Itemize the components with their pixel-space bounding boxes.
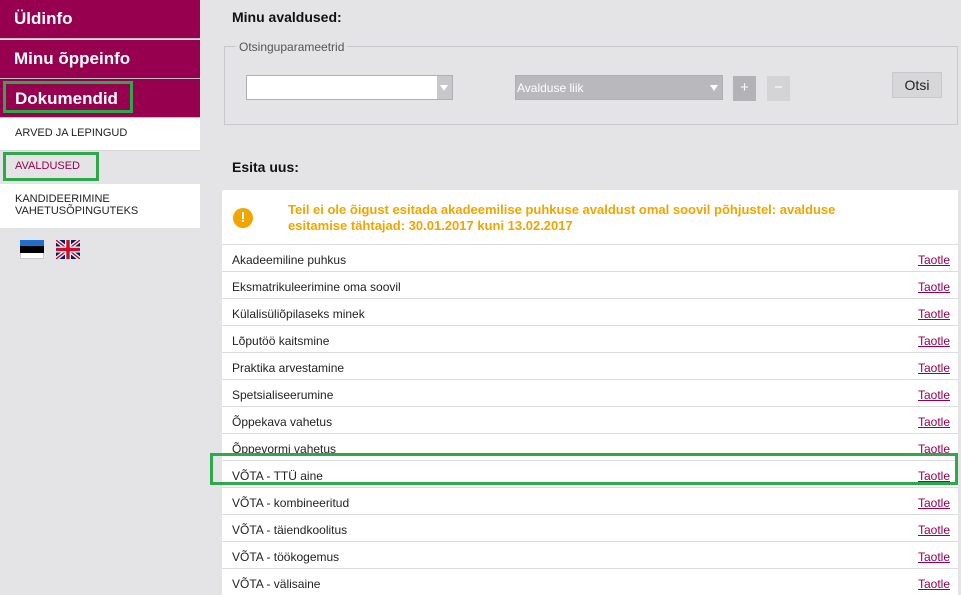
search-select-1[interactable] <box>246 75 453 100</box>
apply-link[interactable]: Taotle <box>918 415 950 429</box>
subnav-label: AVALDUSED <box>15 160 81 172</box>
warning-message: Teil ei ole õigust esitada akadeemilise … <box>288 202 836 233</box>
application-type-label: Akadeemiline puhkus <box>232 253 347 267</box>
remove-filter-button[interactable]: − <box>767 76 790 101</box>
apply-link[interactable]: Taotle <box>918 442 950 456</box>
list-item: Külalisüliõpilaseks minek Taotle <box>222 298 958 325</box>
apply-link[interactable]: Taotle <box>918 253 950 267</box>
chevron-down-icon[interactable] <box>707 76 722 99</box>
applications-panel: ! Teil ei ole õigust esitada akadeemilis… <box>222 190 958 595</box>
application-type-label: VÕTA - välisaine <box>232 577 321 591</box>
apply-link[interactable]: Taotle <box>918 577 950 591</box>
apply-link[interactable]: Taotle <box>918 550 950 564</box>
nav-dokumendid[interactable]: Dokumendid <box>0 79 200 118</box>
application-type-select[interactable]: Avalduse liik <box>515 75 723 100</box>
nav-label: Dokumendid <box>15 89 118 108</box>
apply-link[interactable]: Taotle <box>918 469 950 483</box>
highlight-box: AVALDUSED <box>3 152 99 181</box>
uk-flag-icon[interactable] <box>54 238 82 261</box>
subnav-avaldused[interactable]: AVALDUSED <box>0 151 200 184</box>
application-type-label: VÕTA - kombineeritud <box>232 496 350 510</box>
application-type-label: Külalisüliõpilaseks minek <box>232 307 365 321</box>
list-item: Praktika arvestamine Taotle <box>222 352 958 379</box>
application-type-label: VÕTA - täiendkoolitus <box>232 523 348 537</box>
list-item: VÕTA - välisaine Taotle <box>222 568 958 595</box>
apply-link[interactable]: Taotle <box>918 361 950 375</box>
apply-link[interactable]: Taotle <box>918 334 950 348</box>
apply-link[interactable]: Taotle <box>918 496 950 510</box>
application-type-label: Õppekava vahetus <box>232 415 333 429</box>
application-type-label: VÕTA - töökogemus <box>232 550 340 564</box>
application-type-label: Praktika arvestamine <box>232 361 345 375</box>
apply-link[interactable]: Taotle <box>918 523 950 537</box>
highlight-box: Dokumendid <box>3 81 133 113</box>
list-item: Õppekava vahetus Taotle <box>222 406 958 433</box>
apply-link[interactable]: Taotle <box>918 307 950 321</box>
section-title: Esita uus: <box>232 159 299 175</box>
application-type-label: Õppevormi vahetus <box>232 442 337 456</box>
list-item: VÕTA - kombineeritud Taotle <box>222 487 958 514</box>
list-item: Spetsialiseerumine Taotle <box>222 379 958 406</box>
list-item: VÕTA - täiendkoolitus Taotle <box>222 514 958 541</box>
chevron-down-icon[interactable] <box>437 76 452 99</box>
applications-list: Akadeemiline puhkus Taotle Eksmatrikuleeri… <box>222 244 958 595</box>
apply-link[interactable]: Taotle <box>918 388 950 402</box>
application-type-label: VÕTA - TTÜ aine <box>232 469 323 483</box>
application-type-label: Spetsialiseerumine <box>232 388 334 402</box>
select-value: Avalduse liik <box>517 81 584 95</box>
subnav-label: KANDIDEERIMINE VAHETUSÕPINGUTEKS <box>15 193 139 217</box>
nav-uldinfo[interactable]: Üldinfo <box>0 0 200 39</box>
nav-minu-oppeinfo[interactable]: Minu õppeinfo <box>0 40 200 79</box>
warning-icon: ! <box>233 208 253 228</box>
list-item: VÕTA - TTÜ aine Taotle <box>222 460 958 487</box>
estonian-flag-icon[interactable] <box>20 240 44 259</box>
nav-label: Üldinfo <box>14 9 73 28</box>
add-filter-button[interactable]: + <box>733 76 756 101</box>
nav-label: Minu õppeinfo <box>14 49 131 68</box>
subnav-kandideerimine[interactable]: KANDIDEERIMINE VAHETUSÕPINGUTEKS <box>0 184 200 228</box>
page-title: Minu avaldused: <box>232 9 342 25</box>
subnav-arved-ja-lepingud[interactable]: ARVED JA LEPINGUD <box>0 118 200 151</box>
subnav-label: ARVED JA LEPINGUD <box>15 127 128 139</box>
list-item: Õppevormi vahetus Taotle <box>222 433 958 460</box>
list-item: Akadeemiline puhkus Taotle <box>222 244 958 271</box>
search-legend: Otsinguparameetrid <box>236 40 348 54</box>
application-type-label: Lõputöö kaitsmine <box>232 334 330 348</box>
apply-link[interactable]: Taotle <box>918 280 950 294</box>
application-type-label: Eksmatrikuleerimine oma soovil <box>232 280 401 294</box>
search-button[interactable]: Otsi <box>892 72 942 98</box>
list-item: VÕTA - töökogemus Taotle <box>222 541 958 568</box>
list-item: Eksmatrikuleerimine oma soovil Taotle <box>222 271 958 298</box>
list-item: Lõputöö kaitsmine Taotle <box>222 325 958 352</box>
sidebar: Üldinfo Minu õppeinfo Dokumendid ARVED J… <box>0 0 200 595</box>
